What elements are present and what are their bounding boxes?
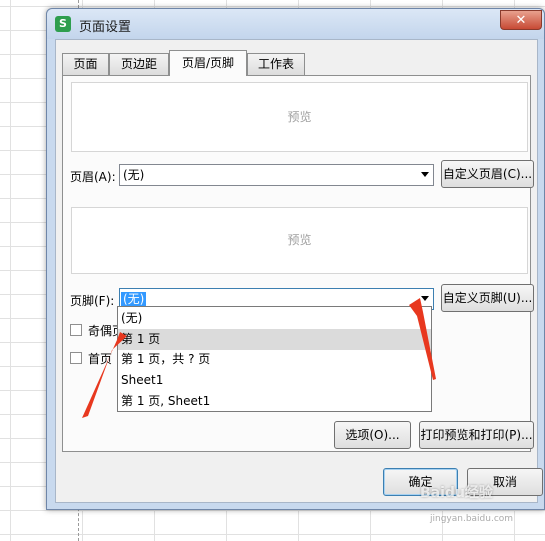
custom-header-button[interactable]: 自定义页眉(C)... xyxy=(441,160,534,188)
tab-margins[interactable]: 页边距 xyxy=(109,53,169,75)
dropdown-option[interactable]: Sheet1 xyxy=(118,370,431,391)
watermark-logo: Baidu经验 xyxy=(420,485,493,501)
header-preview: 预览 xyxy=(71,82,528,152)
dropdown-option[interactable]: 第 1 页, Sheet1 xyxy=(118,391,431,412)
footer-preview: 预览 xyxy=(71,207,528,274)
odd-even-checkbox[interactable] xyxy=(70,324,82,336)
header-label: 页眉(A): xyxy=(70,170,116,184)
dialog-client: 页面 页边距 页眉/页脚 工作表 预览 页眉(A): (无) 自定义页眉(C).… xyxy=(55,39,543,503)
title-bar[interactable]: S 页面设置 ✕ xyxy=(47,9,544,39)
tab-page[interactable]: 页面 xyxy=(62,53,109,75)
footer-select-value: (无) xyxy=(121,292,147,306)
dropdown-option[interactable]: (无) xyxy=(118,308,431,329)
dialog-title: 页面设置 xyxy=(79,20,132,35)
options-button[interactable]: 选项(O)... xyxy=(334,421,411,449)
first-page-label: 首页 xyxy=(88,352,113,366)
chevron-down-icon xyxy=(421,172,429,177)
tab-header-footer[interactable]: 页眉/页脚 xyxy=(169,50,247,76)
page-setup-dialog: S 页面设置 ✕ 页面 页边距 页眉/页脚 工作表 预览 页眉(A): (无) … xyxy=(46,8,545,510)
app-icon: S xyxy=(55,16,71,32)
first-page-checkbox[interactable] xyxy=(70,352,82,364)
chevron-down-icon xyxy=(421,296,429,301)
footer-dropdown-list: (无) 第 1 页 第 1 页，共 ? 页 Sheet1 第 1 页, Shee… xyxy=(117,306,432,412)
tab-sheet[interactable]: 工作表 xyxy=(247,53,305,75)
print-preview-button[interactable]: 打印预览和打印(P)... xyxy=(419,421,534,449)
custom-footer-button[interactable]: 自定义页脚(U)... xyxy=(441,284,534,312)
dropdown-option[interactable]: 第 1 页 xyxy=(118,329,431,350)
footer-label: 页脚(F): xyxy=(70,294,115,308)
close-button[interactable]: ✕ xyxy=(500,10,542,30)
header-select[interactable]: (无) xyxy=(119,164,434,186)
dropdown-option[interactable]: 第 1 页，共 ? 页 xyxy=(118,349,431,370)
header-select-value: (无) xyxy=(123,168,145,182)
watermark-url: jingyan.baidu.com xyxy=(430,514,514,524)
